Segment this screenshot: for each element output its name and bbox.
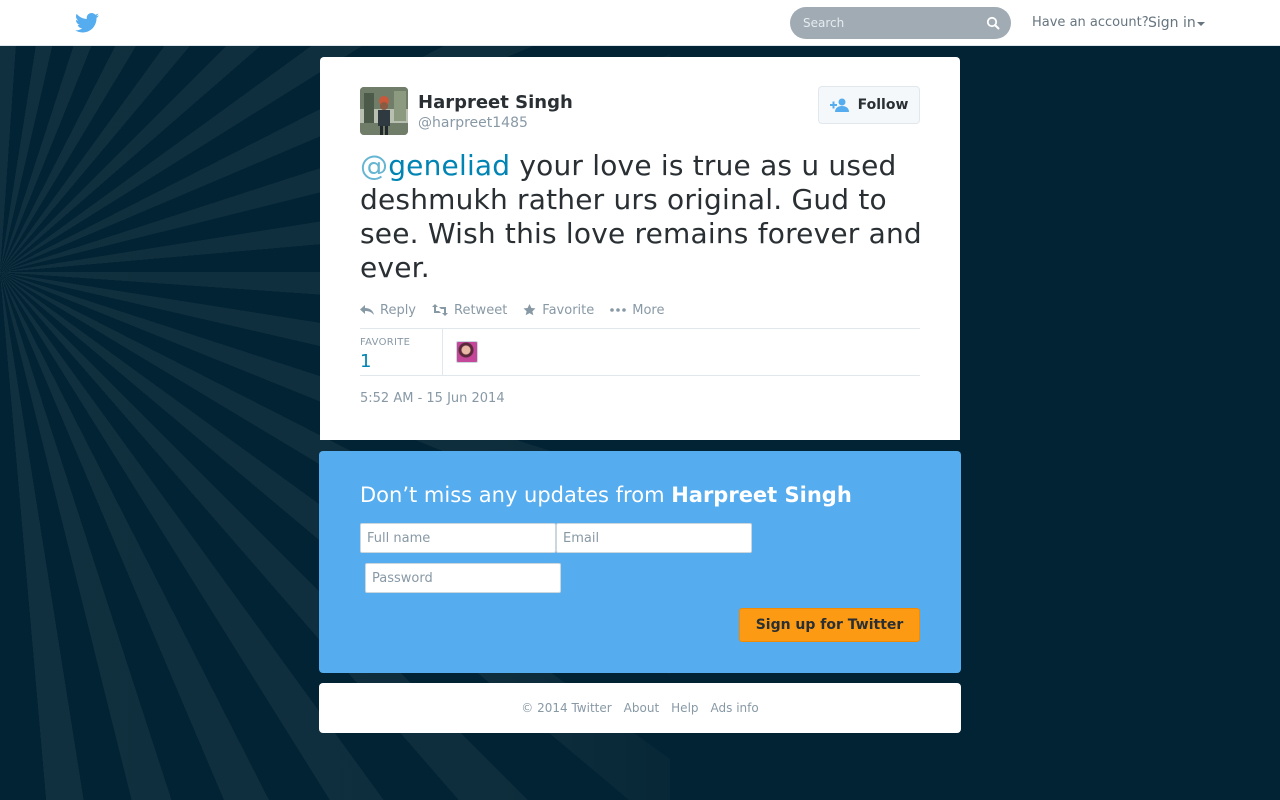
mention-link[interactable]: @geneliad bbox=[360, 149, 510, 182]
reply-icon bbox=[360, 305, 374, 315]
password-field[interactable] bbox=[365, 563, 561, 593]
tweet-timestamp: 5:52 AM - 15 Jun 2014 bbox=[360, 391, 505, 406]
footer-help-link[interactable]: Help bbox=[671, 701, 698, 715]
more-action[interactable]: More bbox=[610, 301, 664, 319]
favoriter-avatar[interactable] bbox=[456, 341, 478, 363]
add-user-icon bbox=[829, 98, 849, 112]
top-bar: Have an account? Sign in bbox=[0, 0, 1280, 46]
reply-label: Reply bbox=[380, 302, 417, 318]
retweet-icon bbox=[432, 304, 449, 316]
more-dots-icon bbox=[610, 308, 627, 312]
tweet-actions: Reply Retweet Favorite More bbox=[360, 301, 664, 319]
favorite-stat-label: FAVORITE bbox=[360, 337, 411, 348]
have-account-text: Have an account? bbox=[1032, 15, 1149, 30]
full-name-field[interactable] bbox=[360, 523, 556, 553]
favorite-action[interactable]: Favorite bbox=[523, 301, 594, 319]
stat-divider bbox=[442, 329, 443, 375]
more-label: More bbox=[632, 302, 665, 318]
signup-title: Don’t miss any updates from Harpreet Sin… bbox=[360, 483, 852, 507]
twitter-bird-icon[interactable] bbox=[75, 13, 99, 33]
chevron-down-icon[interactable] bbox=[1197, 22, 1205, 26]
mention-at-sign: @ bbox=[360, 149, 389, 182]
favorite-stat-count[interactable]: 1 bbox=[360, 351, 371, 372]
footer-copyright[interactable]: © 2014 Twitter bbox=[521, 701, 611, 715]
tweet-text: @geneliad your love is true as u used de… bbox=[360, 149, 930, 285]
star-icon bbox=[523, 304, 536, 316]
footer: © 2014 Twitter About Help Ads info bbox=[319, 683, 961, 733]
tweet-card: Harpreet Singh @harpreet1485 Follow @gen… bbox=[320, 57, 960, 440]
author-username[interactable]: @harpreet1485 bbox=[418, 115, 528, 131]
tweet-stats: FAVORITE 1 bbox=[360, 328, 920, 376]
reply-action[interactable]: Reply bbox=[360, 301, 416, 319]
favorite-label: Favorite bbox=[542, 302, 595, 318]
mention-name: geneliad bbox=[388, 149, 511, 182]
signup-panel: Don’t miss any updates from Harpreet Sin… bbox=[319, 451, 961, 673]
follow-button[interactable]: Follow bbox=[818, 86, 920, 124]
email-field[interactable] bbox=[556, 523, 752, 553]
signup-title-prefix: Don’t miss any updates from bbox=[360, 483, 672, 507]
retweet-action[interactable]: Retweet bbox=[432, 301, 507, 319]
avatar[interactable] bbox=[360, 87, 408, 135]
search-box bbox=[790, 7, 1011, 39]
search-icon[interactable] bbox=[986, 16, 1000, 30]
search-input[interactable] bbox=[790, 7, 970, 39]
follow-label: Follow bbox=[857, 97, 909, 113]
sign-in-link[interactable]: Sign in bbox=[1148, 15, 1196, 31]
footer-ads-info-link[interactable]: Ads info bbox=[711, 701, 759, 715]
signup-title-name: Harpreet Singh bbox=[671, 483, 852, 507]
retweet-label: Retweet bbox=[454, 302, 508, 318]
author-fullname[interactable]: Harpreet Singh bbox=[418, 92, 573, 113]
footer-about-link[interactable]: About bbox=[624, 701, 659, 715]
signup-button[interactable]: Sign up for Twitter bbox=[739, 608, 920, 642]
